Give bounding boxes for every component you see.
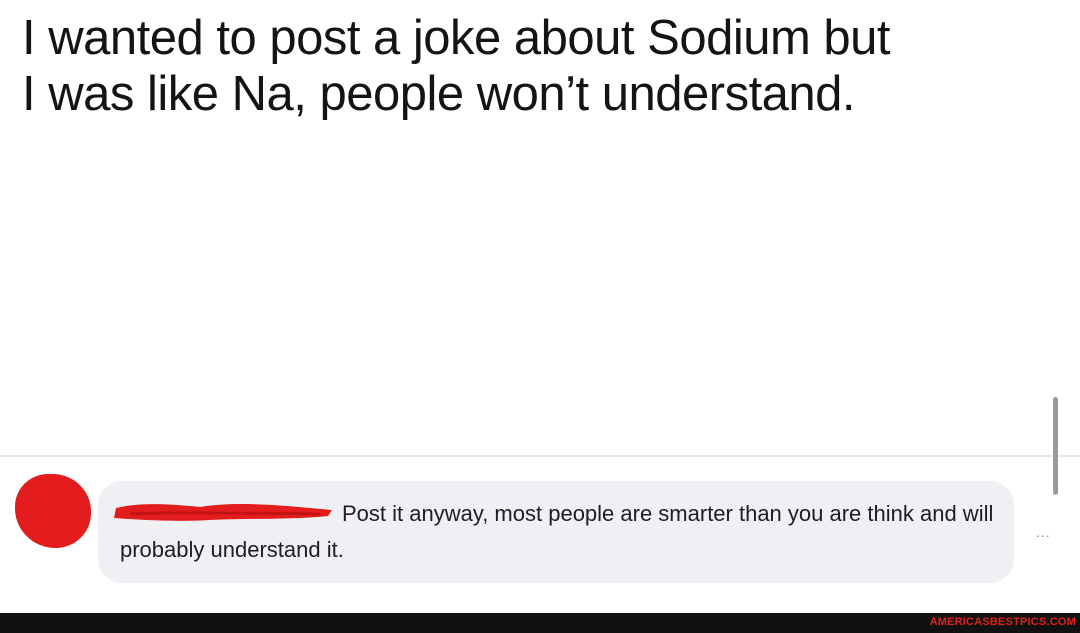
avatar[interactable]	[15, 474, 91, 548]
comment-text: Post it anyway, most people are smarter …	[120, 501, 994, 562]
more-options-icon[interactable]: ...	[1036, 524, 1051, 540]
divider	[0, 455, 1080, 457]
scrollbar[interactable]	[1053, 397, 1058, 495]
post-text: I wanted to post a joke about Sodium but…	[22, 10, 1072, 122]
watermark: AMERICASBESTPICS.COM	[929, 616, 1076, 628]
post-line-2: I was like Na, people won’t understand.	[22, 67, 856, 121]
footer-bar: AMERICASBESTPICS.COM	[0, 613, 1080, 633]
post-line-1: I wanted to post a joke about Sodium but	[22, 11, 891, 65]
